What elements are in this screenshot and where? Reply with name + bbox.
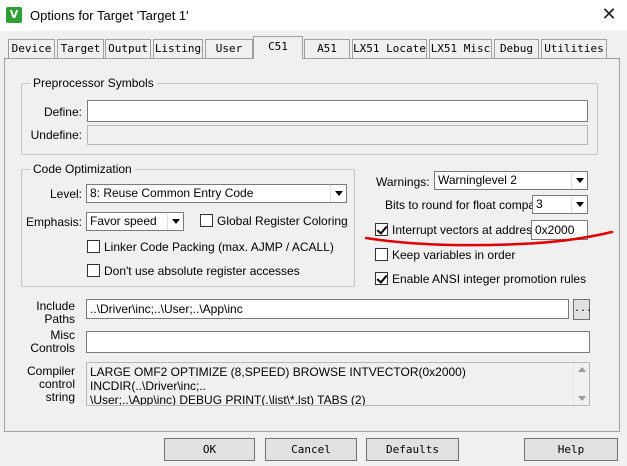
chevron-down-icon xyxy=(167,213,183,230)
undefine-input xyxy=(87,125,588,145)
tab-listing[interactable]: Listing xyxy=(153,39,203,58)
tab-c51[interactable]: C51 xyxy=(253,36,303,59)
preprocessor-symbols-title: Preprocessor Symbols xyxy=(30,76,157,90)
keep-variables-checkbox[interactable] xyxy=(375,248,388,261)
tab-output[interactable]: Output xyxy=(105,39,151,58)
keil-app-icon: V xyxy=(6,7,22,23)
close-icon: ✕ xyxy=(601,4,617,25)
chevron-down-icon xyxy=(330,185,346,202)
tab-debug[interactable]: Debug xyxy=(494,39,539,58)
level-value: 8: Reuse Common Entry Code xyxy=(90,186,254,200)
warnings-dropdown[interactable]: Warninglevel 2 xyxy=(434,171,588,190)
ok-button[interactable]: OK xyxy=(164,438,255,461)
chevron-down-icon xyxy=(571,196,587,213)
warnings-value: Warninglevel 2 xyxy=(438,173,517,187)
tab-target[interactable]: Target xyxy=(57,39,104,58)
interrupt-vector-address-input[interactable]: 0x2000 xyxy=(531,220,588,240)
global-register-coloring-checkbox[interactable] xyxy=(200,214,213,227)
warnings-label: Warnings: xyxy=(376,175,430,189)
linker-code-packing-checkbox[interactable] xyxy=(87,240,100,253)
level-dropdown[interactable]: 8: Reuse Common Entry Code xyxy=(86,184,347,203)
no-absolute-register-checkbox[interactable] xyxy=(87,264,100,277)
ansi-integer-label: Enable ANSI integer promotion rules xyxy=(392,272,587,286)
tab-utilities[interactable]: Utilities xyxy=(541,39,607,58)
close-button[interactable]: ✕ xyxy=(594,2,624,28)
include-paths-label: Include Paths xyxy=(36,299,75,326)
chevron-down-icon xyxy=(571,172,587,189)
emphasis-value: Favor speed xyxy=(90,214,157,228)
emphasis-dropdown[interactable]: Favor speed xyxy=(86,212,184,231)
window-title: Options for Target 'Target 1' xyxy=(30,8,189,23)
defaults-button[interactable]: Defaults xyxy=(366,438,459,461)
include-paths-browse-button[interactable]: ... xyxy=(573,299,592,320)
code-optimization-title: Code Optimization xyxy=(30,162,135,176)
include-paths-input[interactable]: ..\Driver\inc;..\User;..\App\inc xyxy=(86,299,569,319)
level-label: Level: xyxy=(49,187,82,201)
compiler-control-label: Compiler control string xyxy=(26,364,75,404)
scroll-down-icon xyxy=(578,396,586,401)
tab-a51[interactable]: A51 xyxy=(304,39,350,58)
no-absolute-register-label: Don't use absolute register accesses xyxy=(104,264,300,278)
define-label: Define: xyxy=(43,105,82,119)
global-register-coloring-label: Global Register Coloring xyxy=(217,214,348,228)
tab-device[interactable]: Device xyxy=(8,39,55,58)
bits-to-round-dropdown[interactable]: 3 xyxy=(532,195,588,214)
options-dialog: V Options for Target 'Target 1' ✕ Device… xyxy=(0,0,627,466)
bits-to-round-value: 3 xyxy=(536,197,543,211)
emphasis-label: Emphasis: xyxy=(25,215,82,229)
help-button[interactable]: Help xyxy=(524,438,618,461)
interrupt-vectors-checkbox[interactable] xyxy=(375,223,388,236)
linker-code-packing-label: Linker Code Packing (max. AJMP / ACALL) xyxy=(104,240,334,254)
tab-lx51-locate[interactable]: LX51 Locate xyxy=(352,39,427,58)
define-input[interactable] xyxy=(87,100,588,122)
misc-controls-label: Misc Controls xyxy=(30,328,75,355)
compiler-control-line-2: \User;..\App\inc) DEBUG PRINT(.\list\*.l… xyxy=(90,393,366,406)
undefine-label: Undefine: xyxy=(30,128,82,142)
misc-controls-input[interactable] xyxy=(86,331,590,353)
compiler-control-string: LARGE OMF2 OPTIMIZE (8,SPEED) BROWSE INT… xyxy=(86,362,590,406)
tab-user[interactable]: User xyxy=(205,39,253,58)
cancel-button[interactable]: Cancel xyxy=(265,438,357,461)
bits-to-round-label: Bits to round for float compare: xyxy=(385,198,550,212)
compiler-control-scrollbar[interactable] xyxy=(573,363,589,405)
tab-lx51-misc[interactable]: LX51 Misc xyxy=(429,39,492,58)
ansi-integer-checkbox[interactable] xyxy=(375,272,388,285)
compiler-control-line-1: LARGE OMF2 OPTIMIZE (8,SPEED) BROWSE INT… xyxy=(90,365,466,393)
scroll-up-icon xyxy=(578,367,586,372)
interrupt-vectors-label: Interrupt vectors at address: xyxy=(392,223,542,237)
keep-variables-label: Keep variables in order xyxy=(392,248,516,262)
title-bar: V Options for Target 'Target 1' ✕ xyxy=(0,0,627,31)
